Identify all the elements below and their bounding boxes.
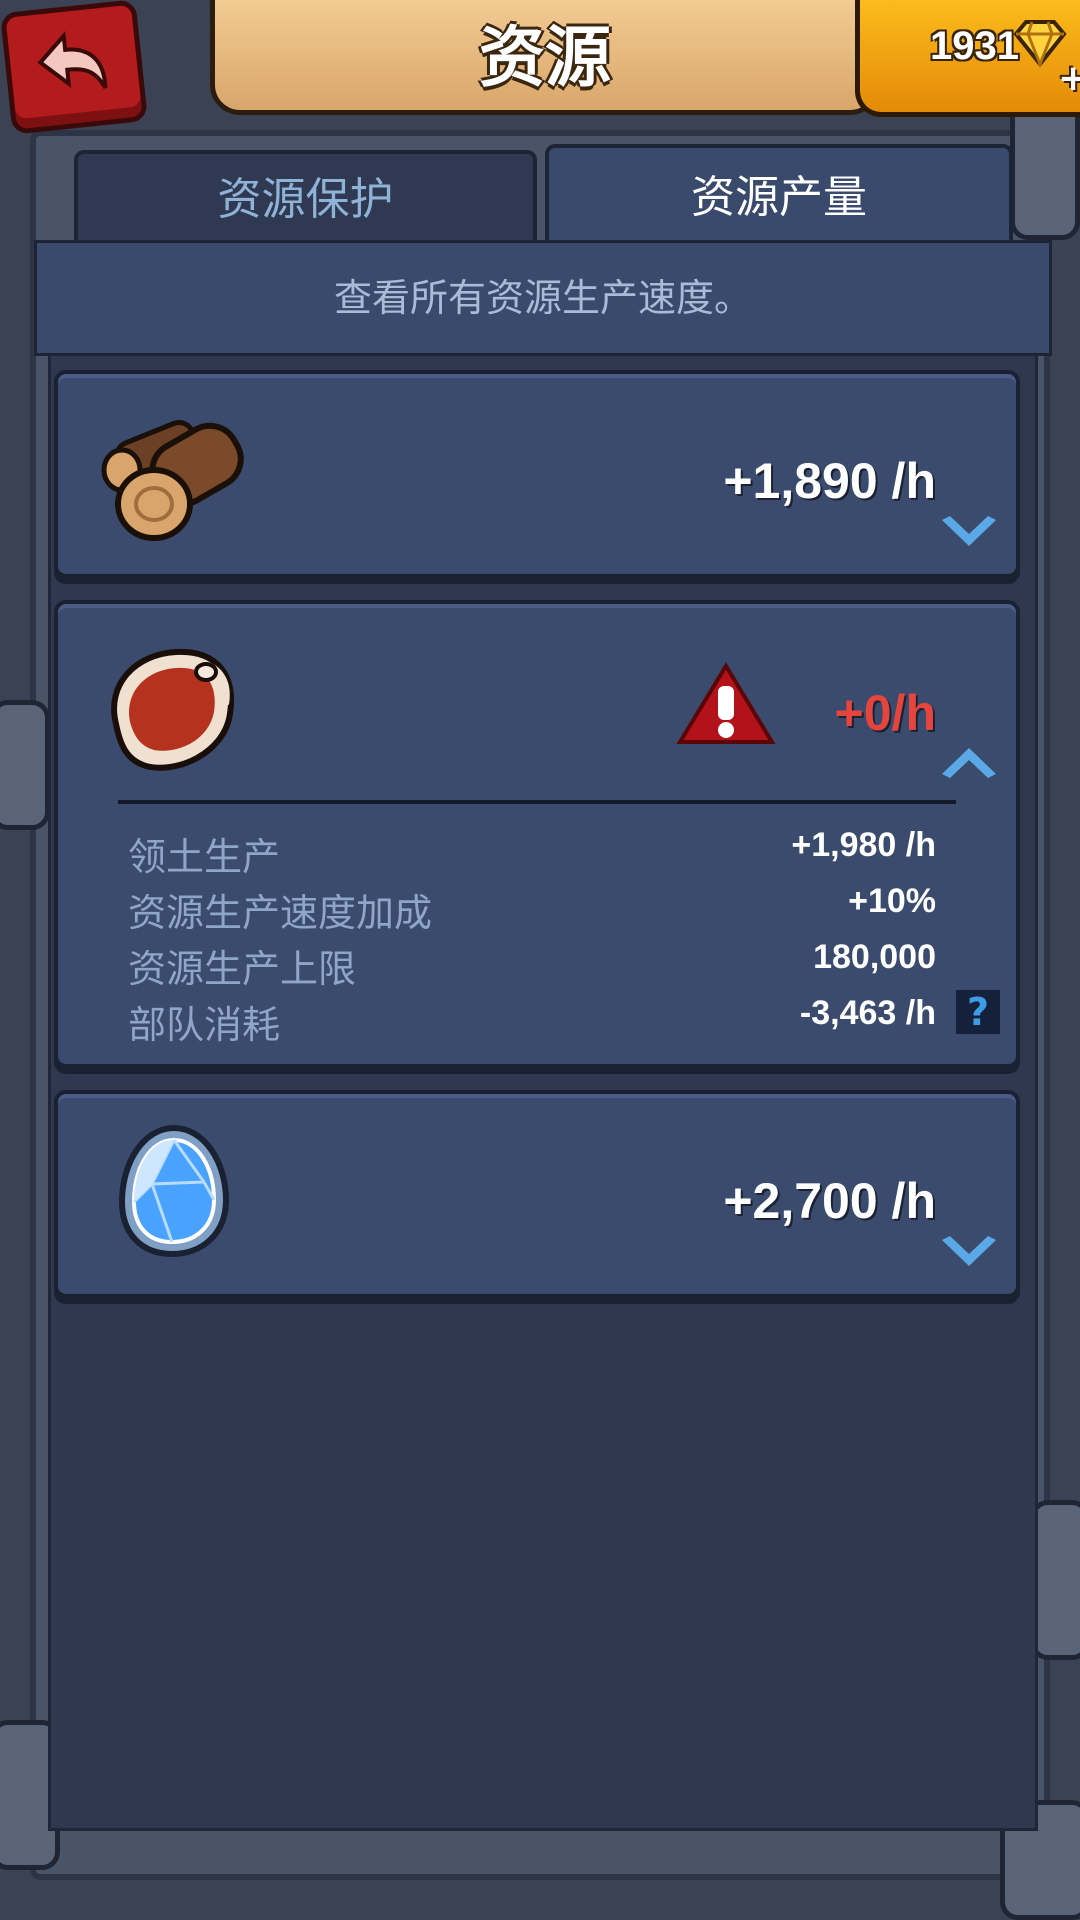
meat-icon (111, 648, 234, 771)
detail-label: 领土生产 (128, 835, 281, 879)
chevron-down-icon[interactable] (938, 1234, 1000, 1274)
detail-row-speed-bonus: 资源生产速度加成 +10% (128, 882, 936, 938)
detail-row-cap: 资源生产上限 180,000 (128, 938, 936, 994)
description-bar: 查看所有资源生产速度。 (34, 240, 1052, 356)
resource-card-food[interactable]: +0/h 领土生产 +1,980 /h 资源生产速度加成 +10% 资源生产上限… (54, 600, 1020, 1068)
resource-card-crystal[interactable]: +2,700 /h (54, 1090, 1020, 1298)
detail-value: +10% (848, 882, 936, 920)
page-title: 资源 (479, 19, 611, 96)
help-button[interactable]: ? (956, 990, 1000, 1034)
detail-row-troop-upkeep: 部队消耗 -3,463 /h (128, 994, 936, 1050)
detail-label: 部队消耗 (128, 1003, 281, 1047)
warning-icon (676, 662, 776, 744)
frame-rock (0, 700, 50, 830)
crystal-rate: +2,700 /h (723, 1173, 936, 1229)
detail-value: 180,000 (813, 938, 936, 976)
wood-rate: +1,890 /h (723, 453, 936, 509)
food-rate: +0/h (834, 685, 936, 741)
chevron-up-icon[interactable] (938, 740, 1000, 780)
gem-counter[interactable]: 1931 + (855, 0, 1080, 117)
gem-count: 1931 (930, 24, 1019, 68)
detail-value: +1,980 /h (791, 826, 936, 864)
title-banner: 资源 (210, 0, 880, 115)
add-gems-icon[interactable]: + (1058, 58, 1080, 99)
resource-card-wood[interactable]: +1,890 /h (54, 370, 1020, 578)
detail-label: 资源生产上限 (128, 947, 357, 991)
tab-resource-output[interactable]: 资源产量 (545, 144, 1013, 248)
details-divider (118, 800, 956, 804)
back-button[interactable] (0, 0, 149, 135)
detail-row-territory: 领土生产 +1,980 /h (128, 826, 936, 882)
detail-label: 资源生产速度加成 (128, 891, 433, 935)
tab-resource-protection[interactable]: 资源保护 (74, 150, 537, 246)
chevron-down-icon[interactable] (938, 514, 1000, 554)
back-arrow-icon (37, 31, 108, 89)
detail-value: -3,463 /h (799, 994, 936, 1032)
crystal-icon (118, 1124, 230, 1258)
wood-logs-icon (101, 419, 244, 541)
